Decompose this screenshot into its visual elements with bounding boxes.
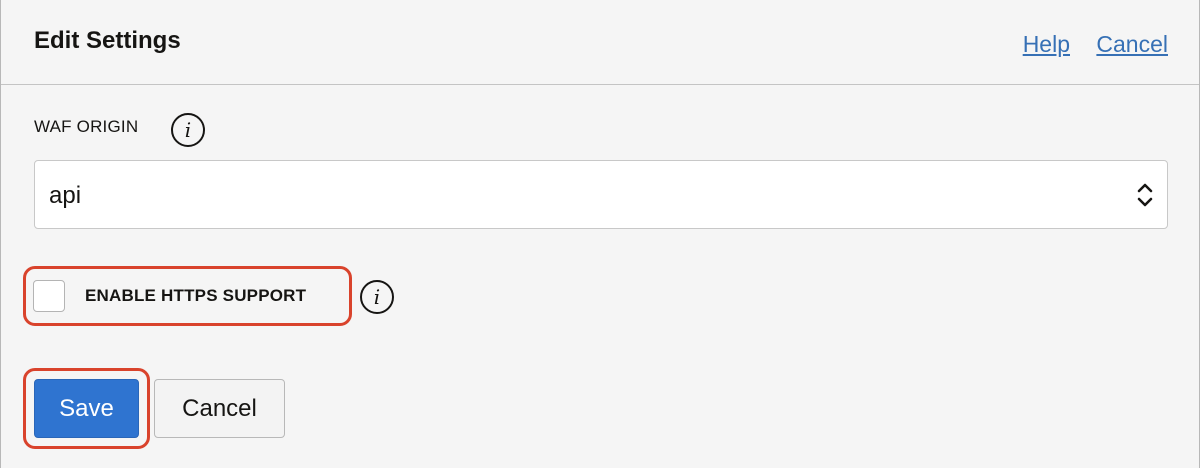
cancel-button[interactable]: Cancel (154, 379, 285, 438)
save-button[interactable]: Save (34, 379, 139, 438)
panel-title: Edit Settings (34, 27, 181, 54)
edit-settings-panel: Edit Settings Help Cancel WAF ORIGIN i a… (0, 0, 1200, 468)
panel-header: Edit Settings Help Cancel (1, 0, 1199, 85)
https-info-icon[interactable]: i (360, 280, 394, 314)
waf-origin-info-icon[interactable]: i (171, 113, 205, 147)
waf-origin-select[interactable]: api (34, 160, 1168, 229)
enable-https-checkbox[interactable] (33, 280, 65, 312)
waf-origin-label: WAF ORIGIN (34, 117, 139, 136)
waf-origin-selected-value: api (49, 182, 82, 209)
header-links: Help Cancel (1023, 31, 1168, 58)
help-link[interactable]: Help (1023, 31, 1070, 57)
select-arrows-icon (1137, 183, 1153, 207)
header-cancel-link[interactable]: Cancel (1096, 31, 1168, 57)
enable-https-label: ENABLE HTTPS SUPPORT (85, 286, 307, 305)
